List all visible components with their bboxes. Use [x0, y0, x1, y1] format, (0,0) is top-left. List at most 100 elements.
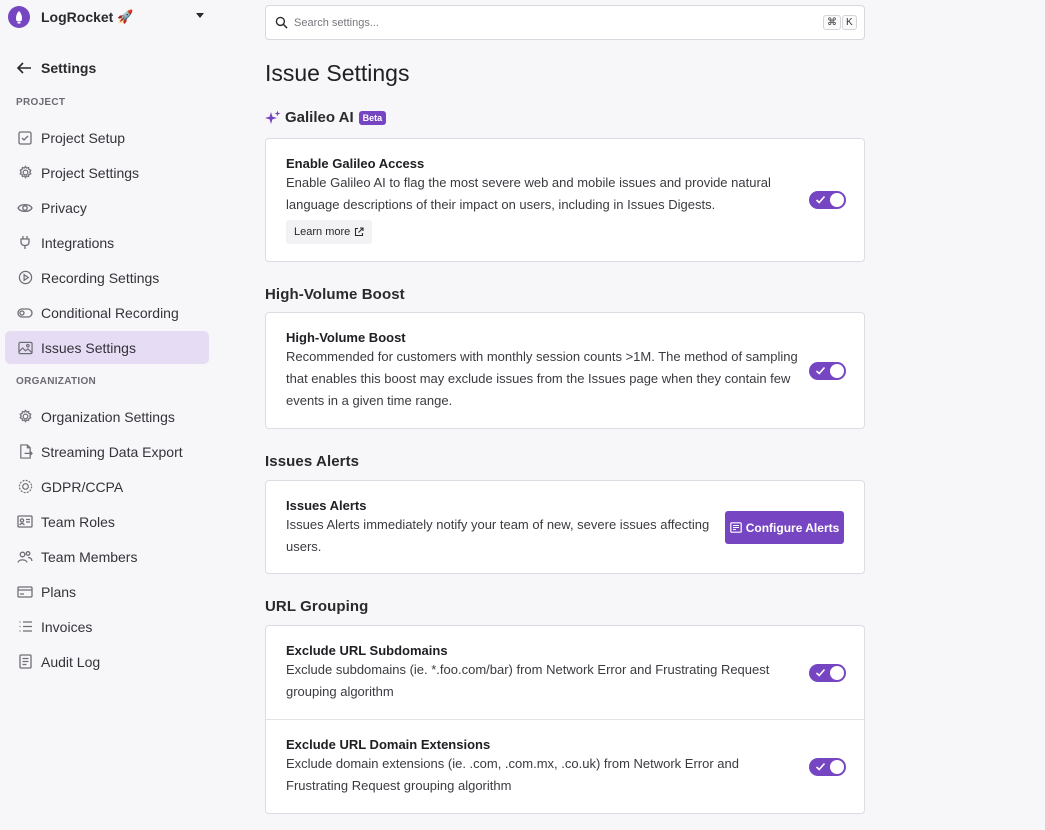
- sidebar-item-streaming-data-export[interactable]: Streaming Data Export: [5, 435, 209, 468]
- beta-badge: Beta: [358, 110, 387, 125]
- setting-title: High-Volume Boost: [286, 330, 406, 345]
- back-label: Settings: [41, 60, 97, 76]
- sidebar-item-label: Invoices: [41, 618, 93, 635]
- badge-icon: [17, 479, 33, 495]
- sidebar-item-plans[interactable]: Plans: [5, 575, 209, 608]
- sidebar-item-label: Audit Log: [41, 653, 101, 670]
- users-icon: [17, 549, 33, 565]
- toggle-knob: [830, 666, 844, 680]
- toggle-icon: [17, 305, 33, 321]
- rocket-emoji-icon: 🚀: [117, 9, 134, 24]
- sidebar-item-recording-settings[interactable]: Recording Settings: [5, 261, 209, 294]
- external-link-icon: [355, 227, 364, 237]
- high-volume-section-title: High-Volume Boost: [265, 286, 405, 303]
- galileo-section-header: Galileo AI Beta: [265, 109, 387, 126]
- id-card-icon: [17, 514, 33, 530]
- issues-alerts-section-title: Issues Alerts: [265, 453, 360, 470]
- organization-section-label: ORGANIZATION: [16, 376, 97, 387]
- sidebar-item-label: Streaming Data Export: [41, 443, 183, 460]
- sidebar-item-gdpr-ccpa[interactable]: GDPR/CCPA: [5, 470, 209, 503]
- check-icon: [815, 762, 826, 771]
- sidebar-item-label: Project Settings: [41, 164, 140, 181]
- list-icon: [17, 619, 33, 635]
- alert-config-icon: [729, 522, 742, 533]
- gear-icon: [17, 165, 33, 181]
- sidebar-item-label: Integrations: [41, 234, 115, 251]
- sidebar-item-privacy[interactable]: Privacy: [5, 191, 209, 224]
- sidebar-item-organization-settings[interactable]: Organization Settings: [5, 400, 209, 433]
- setting-title: Enable Galileo Access: [286, 156, 425, 171]
- galileo-access-toggle[interactable]: [809, 191, 846, 209]
- k-key-hint: K: [842, 15, 857, 30]
- check-icon: [815, 195, 826, 204]
- configure-alerts-button[interactable]: Configure Alerts: [725, 511, 844, 544]
- exclude-domain-extensions-toggle[interactable]: [809, 758, 846, 776]
- high-volume-card: High-Volume Boost Recommended for custom…: [265, 312, 865, 429]
- eye-icon: [17, 200, 33, 216]
- toggle-knob: [830, 760, 844, 774]
- sidebar: LogRocket 🚀 Settings PROJECT Project Set…: [0, 0, 218, 830]
- sidebar-item-audit-log[interactable]: Audit Log: [5, 645, 209, 678]
- setting-description: Issues Alerts immediately notify your te…: [286, 517, 710, 554]
- project-section-label: PROJECT: [16, 97, 66, 108]
- sparkle-icon: [265, 110, 281, 124]
- back-to-settings[interactable]: Settings: [16, 58, 96, 78]
- arrow-left-icon: [16, 62, 31, 74]
- search-icon: [275, 16, 288, 29]
- learn-more-label: Learn more: [294, 226, 351, 238]
- sidebar-item-issues-settings[interactable]: Issues Settings: [5, 331, 209, 364]
- play-circle-icon: [17, 270, 33, 286]
- sidebar-item-label: Recording Settings: [41, 269, 160, 286]
- sidebar-item-label: Team Roles: [41, 513, 115, 530]
- setting-description: Enable Galileo AI to flag the most sever…: [286, 175, 771, 212]
- sidebar-item-project-setup[interactable]: Project Setup: [5, 121, 209, 154]
- sidebar-item-integrations[interactable]: Integrations: [5, 226, 209, 259]
- toggle-knob: [830, 193, 844, 207]
- sidebar-item-project-settings[interactable]: Project Settings: [5, 156, 209, 189]
- caret-down-icon[interactable]: [196, 13, 204, 18]
- document-icon: [17, 654, 33, 670]
- galileo-section-title: Galileo AI: [285, 109, 354, 126]
- image-icon: [17, 340, 33, 356]
- plug-icon: [17, 235, 33, 251]
- checkbox-icon: [17, 130, 33, 146]
- logrocket-logo-icon: [8, 6, 30, 28]
- sidebar-item-label: Plans: [41, 583, 77, 600]
- org-switcher[interactable]: LogRocket 🚀: [8, 4, 210, 30]
- sidebar-item-label: Organization Settings: [41, 408, 175, 425]
- configure-alerts-label: Configure Alerts: [745, 520, 840, 535]
- setting-description: Recommended for customers with monthly s…: [286, 349, 798, 408]
- setting-title: Issues Alerts: [286, 498, 367, 513]
- setting-title: Exclude URL Subdomains: [286, 643, 448, 658]
- sidebar-item-team-roles[interactable]: Team Roles: [5, 505, 209, 538]
- sidebar-item-team-members[interactable]: Team Members: [5, 540, 209, 573]
- toggle-knob: [830, 364, 844, 378]
- gear-icon: [17, 409, 33, 425]
- setting-title: Exclude URL Domain Extensions: [286, 737, 491, 752]
- search-input[interactable]: [294, 16, 794, 29]
- check-icon: [815, 668, 826, 677]
- setting-description: Exclude domain extensions (ie. .com, .co…: [286, 756, 739, 793]
- org-name: LogRocket: [41, 9, 114, 25]
- learn-more-link[interactable]: Learn more: [286, 220, 373, 244]
- exclude-subdomains-toggle[interactable]: [809, 664, 846, 682]
- file-export-icon: [17, 444, 33, 460]
- sidebar-item-label: Team Members: [41, 548, 138, 565]
- sidebar-item-label: Conditional Recording: [41, 304, 179, 321]
- sidebar-item-conditional-recording[interactable]: Conditional Recording: [5, 296, 209, 329]
- high-volume-boost-toggle[interactable]: [809, 362, 846, 380]
- sidebar-item-label: Privacy: [41, 199, 87, 216]
- sidebar-item-label: Project Setup: [41, 129, 126, 146]
- galileo-card: Enable Galileo Access Enable Galileo AI …: [265, 138, 865, 262]
- sidebar-item-label: GDPR/CCPA: [41, 478, 124, 495]
- check-icon: [815, 366, 826, 375]
- sidebar-item-invoices[interactable]: Invoices: [5, 610, 209, 643]
- search-bar[interactable]: ⌘ K: [265, 5, 865, 40]
- sidebar-item-label: Issues Settings: [41, 339, 136, 356]
- issues-alerts-card: Issues Alerts Issues Alerts immediately …: [265, 480, 865, 574]
- exclude-subdomains-row: Exclude URL Subdomains Exclude subdomain…: [266, 626, 864, 720]
- exclude-domain-extensions-row: Exclude URL Domain Extensions Exclude do…: [266, 720, 864, 814]
- url-grouping-section-title: URL Grouping: [265, 598, 369, 615]
- page-title: Issue Settings: [265, 60, 410, 86]
- setting-description: Exclude subdomains (ie. *.foo.com/bar) f…: [286, 662, 770, 699]
